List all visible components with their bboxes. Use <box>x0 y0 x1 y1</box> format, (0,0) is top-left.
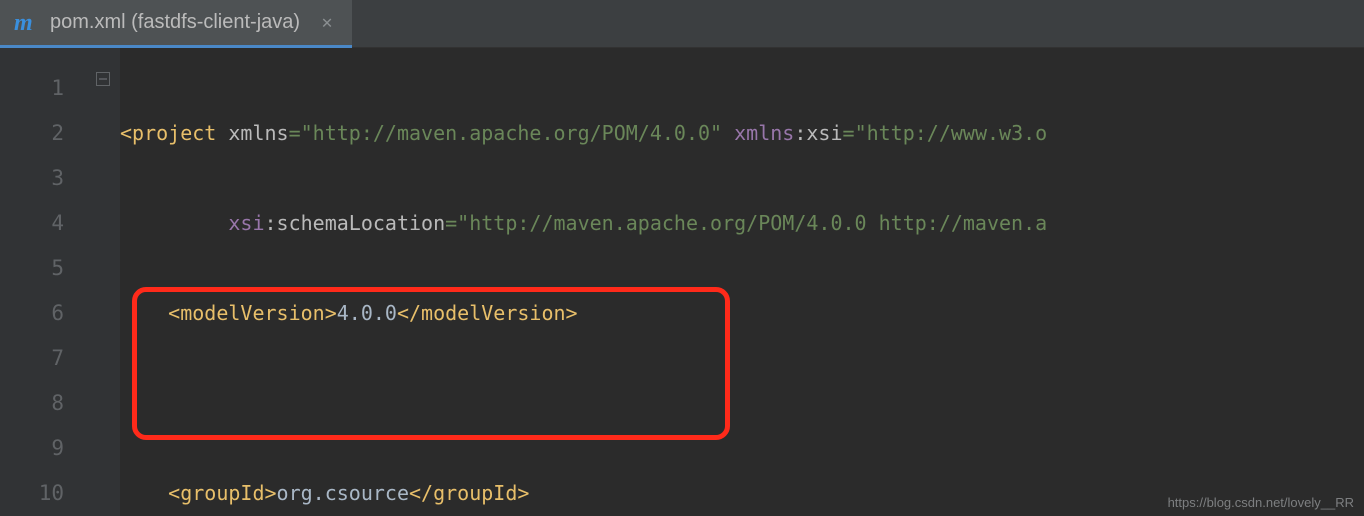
maven-icon-letter: m <box>14 12 33 34</box>
line-number: 8 <box>0 381 92 426</box>
editor[interactable]: 1 2 3 4 5 6 7 8 9 10 <project xmlns="htt… <box>0 48 1364 516</box>
line-number: 2 <box>0 111 92 156</box>
code-line[interactable]: xsi:schemaLocation="http://maven.apache.… <box>120 201 1364 246</box>
fold-toggle-icon[interactable] <box>92 70 114 88</box>
tab-bar: m pom.xml (fastdfs-client-java) ✕ <box>0 0 1364 48</box>
tab-title: pom.xml (fastdfs-client-java) <box>50 11 300 34</box>
line-number-gutter: 1 2 3 4 5 6 7 8 9 10 <box>0 48 92 516</box>
line-number: 9 <box>0 426 92 471</box>
line-number: 3 <box>0 156 92 201</box>
close-icon[interactable]: ✕ <box>318 12 336 33</box>
line-number: 4 <box>0 201 92 246</box>
code-area[interactable]: <project xmlns="http://maven.apache.org/… <box>120 48 1364 516</box>
code-line[interactable]: <modelVersion>4.0.0</modelVersion> <box>120 291 1364 336</box>
fold-gutter <box>92 48 120 516</box>
code-line[interactable]: <project xmlns="http://maven.apache.org/… <box>120 111 1364 156</box>
line-number: 10 <box>0 471 92 516</box>
maven-icon: m <box>14 12 40 34</box>
line-number: 1 <box>0 66 92 111</box>
line-number: 7 <box>0 336 92 381</box>
watermark: https://blog.csdn.net/lovely__RR <box>1168 495 1354 510</box>
line-number: 6 <box>0 291 92 336</box>
active-tab[interactable]: m pom.xml (fastdfs-client-java) ✕ <box>0 0 352 48</box>
code-line[interactable] <box>120 381 1364 426</box>
line-number: 5 <box>0 246 92 291</box>
